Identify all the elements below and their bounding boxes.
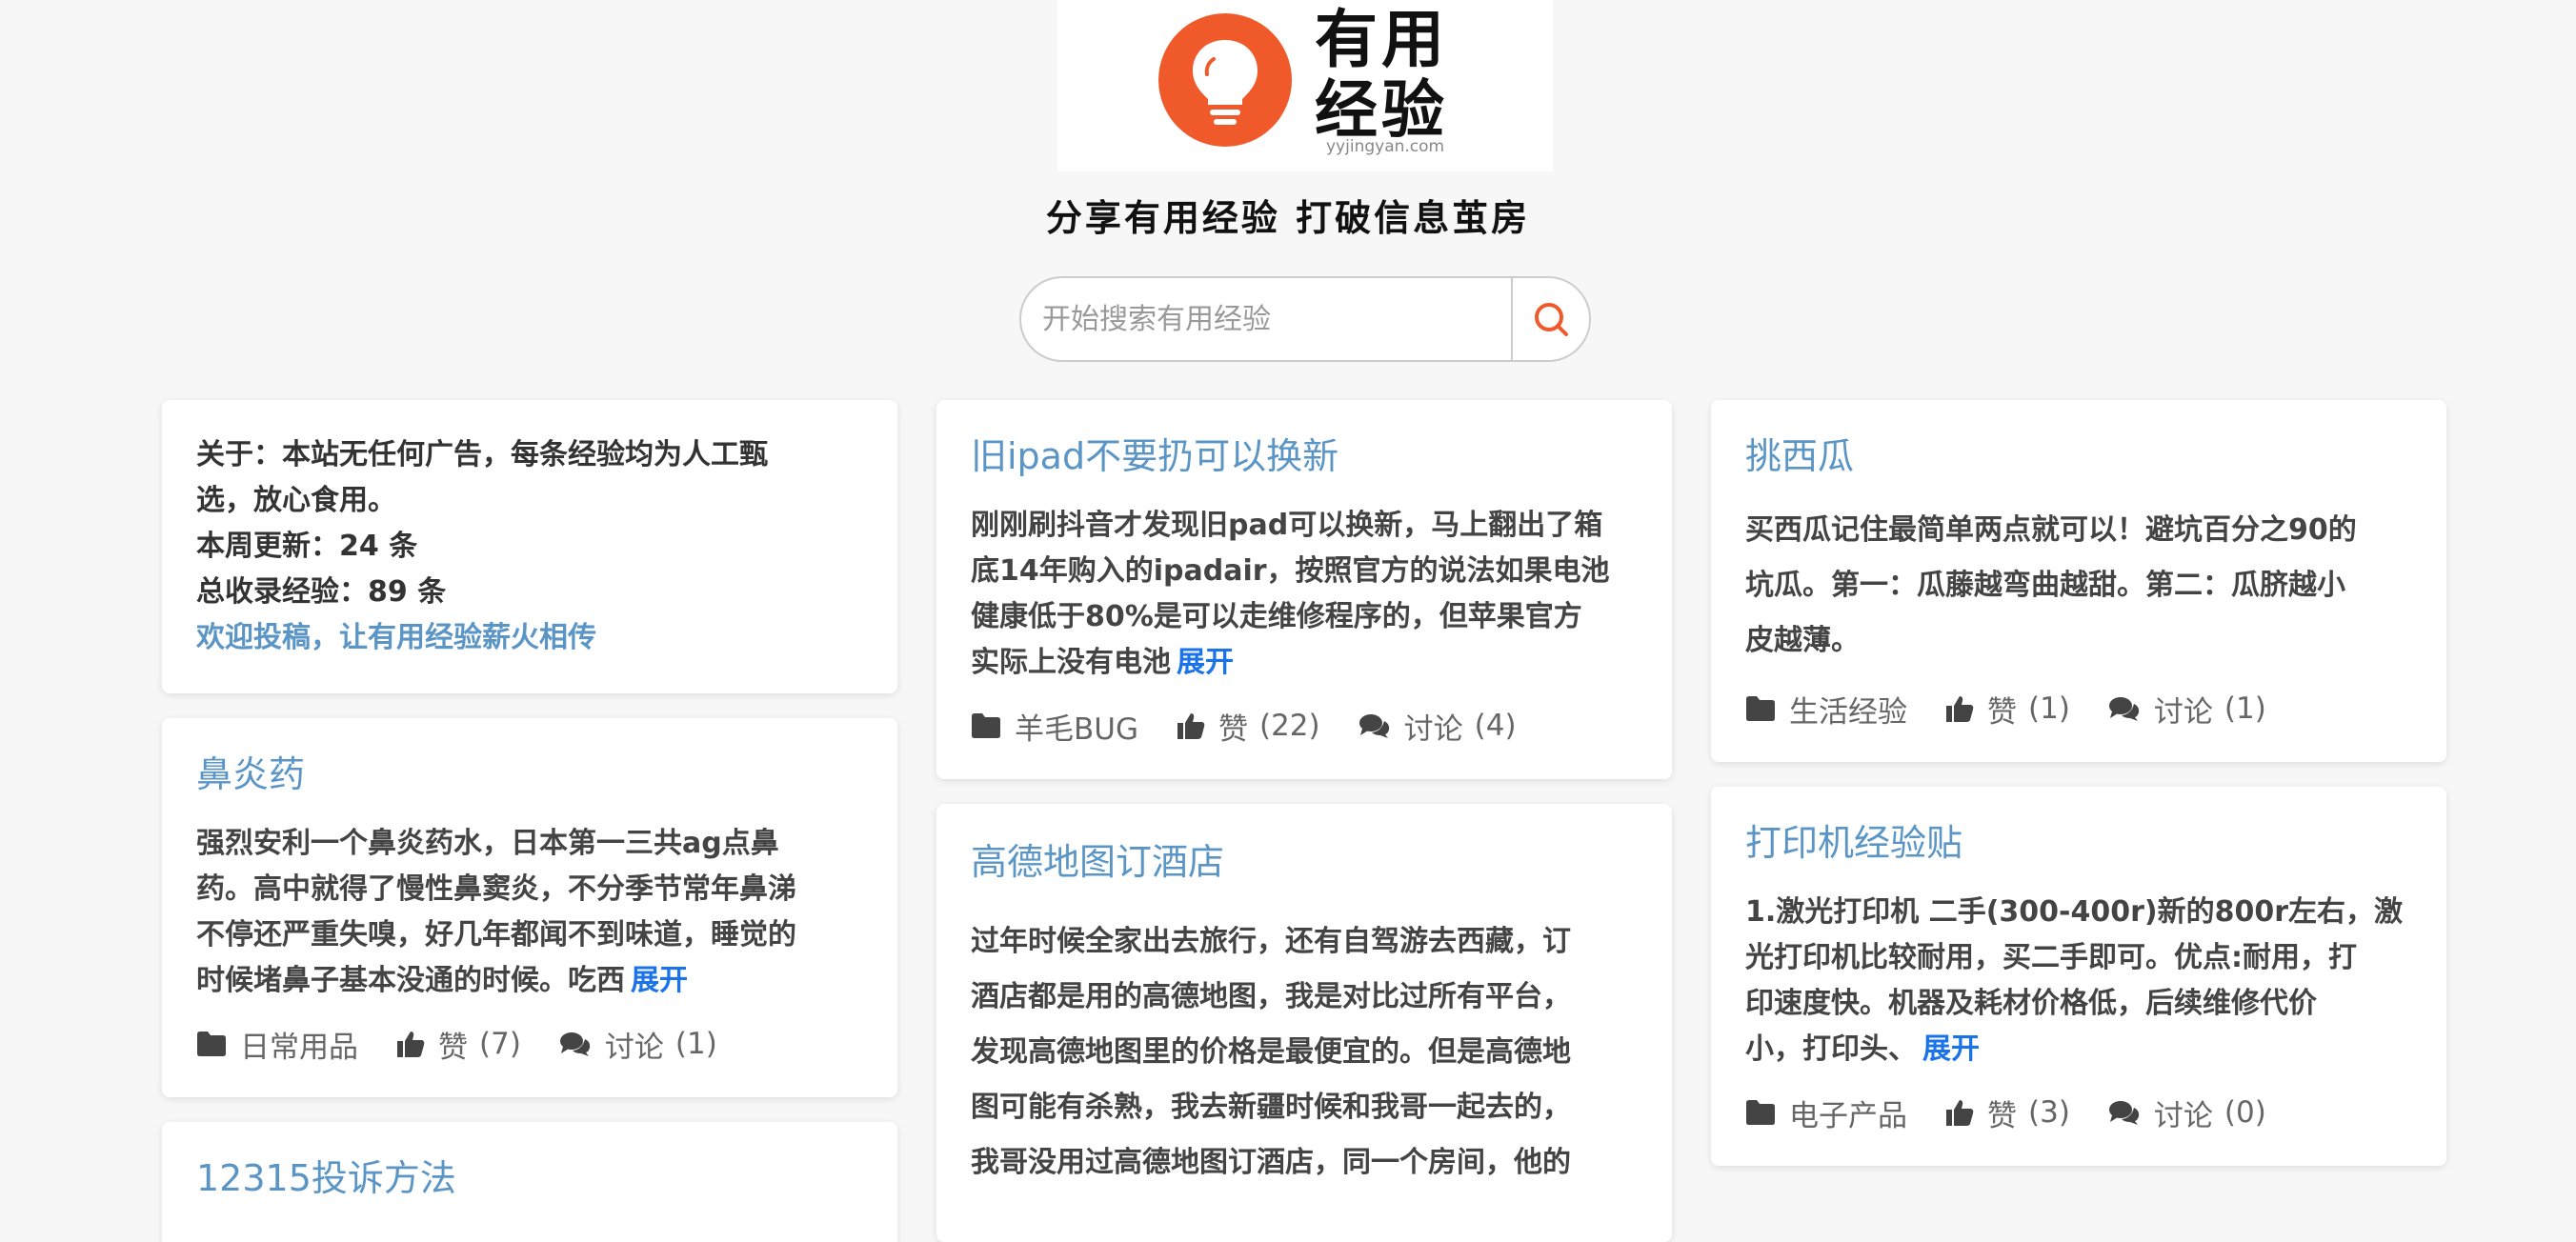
about-text-line1: 关于：本站无任何广告，每条经验均为人工甄 — [196, 438, 768, 471]
folder-icon — [1746, 696, 1775, 721]
expand-link[interactable]: 展开 — [1922, 1032, 1980, 1066]
search-button[interactable] — [1511, 278, 1589, 360]
like-button[interactable]: 赞 (1) — [1945, 688, 2070, 731]
column-left: 关于：本站无任何广告，每条经验均为人工甄 选，放心食用。 本周更新：24 条 总… — [162, 400, 897, 1242]
comments-icon — [1358, 714, 1389, 738]
comments-icon — [2108, 1101, 2140, 1125]
expand-link[interactable]: 展开 — [1177, 646, 1234, 679]
total-count: 总收录经验：89 条 — [196, 575, 447, 609]
thumbs-up-icon — [1946, 1100, 1974, 1126]
comment-button[interactable]: 讨论 (0) — [2108, 1092, 2266, 1134]
lightbulb-logo-icon — [1158, 13, 1292, 147]
logo-domain: yyjingyan.com — [1326, 137, 1445, 156]
column-middle: 旧ipad不要扔可以换新 刚刚刷抖音才发现旧pad可以换新，马上翻出了箱 底14… — [936, 400, 1672, 1242]
like-button[interactable]: 赞 (7) — [396, 1023, 521, 1066]
folder-icon — [1746, 1100, 1775, 1125]
like-button[interactable]: 赞 (3) — [1945, 1092, 2070, 1134]
card-body: 刚刚刷抖音才发现旧pad可以换新，马上翻出了箱 底14年购入的ipadair，按… — [971, 509, 1610, 679]
experience-card: 鼻炎药 强烈安利一个鼻炎药水，日本第一三共ag点鼻 药。高中就得了慢性鼻窦炎，不… — [162, 718, 897, 1097]
site-slogan: 分享有用经验 打破信息茧房 — [1045, 196, 1531, 239]
column-right: 挑西瓜 买西瓜记住最简单两点就可以！避坑百分之90的 坑瓜。第一：瓜藤越弯曲越甜… — [1711, 400, 2446, 1191]
weekly-update-count: 本周更新：24 条 — [196, 530, 418, 563]
folder-icon — [197, 1032, 226, 1056]
card-title[interactable]: 高德地图订酒店 — [971, 838, 1638, 886]
experience-card: 挑西瓜 买西瓜记住最简单两点就可以！避坑百分之90的 坑瓜。第一：瓜藤越弯曲越甜… — [1711, 400, 2446, 762]
comment-button[interactable]: 讨论 (1) — [559, 1023, 717, 1066]
category-link[interactable]: 生活经验 — [1745, 688, 1907, 731]
card-title[interactable]: 旧ipad不要扔可以换新 — [971, 432, 1638, 480]
category-link[interactable]: 电子产品 — [1745, 1092, 1907, 1134]
search-icon — [1535, 303, 1568, 336]
expand-link[interactable]: 展开 — [631, 964, 688, 997]
comment-button[interactable]: 讨论 (1) — [2108, 688, 2266, 731]
card-meta: 日常用品 赞 (7) 讨论 (1) — [196, 1023, 863, 1065]
search-bar — [1019, 276, 1591, 362]
category-link[interactable]: 日常用品 — [196, 1023, 358, 1066]
category-link[interactable]: 羊毛BUG — [971, 705, 1138, 748]
experience-card: 高德地图订酒店 过年时候全家出去旅行，还有自驾游去西藏，订 酒店都是用的高德地图… — [936, 804, 1672, 1242]
search-input[interactable] — [1021, 278, 1513, 360]
thumbs-up-icon — [397, 1032, 425, 1057]
comments-icon — [2108, 697, 2140, 721]
like-button[interactable]: 赞 (22) — [1177, 705, 1320, 748]
site-logo[interactable]: 有用 经验 yyjingyan.com — [1057, 0, 1553, 171]
logo-text: 有用 经验 — [1315, 2, 1448, 147]
card-body: 买西瓜记住最简单两点就可以！避坑百分之90的 坑瓜。第一：瓜藤越弯曲越甜。第二：… — [1745, 513, 2357, 657]
thumbs-up-icon — [1946, 696, 1974, 722]
thumbs-up-icon — [1177, 713, 1205, 739]
submit-link[interactable]: 欢迎投稿，让有用经验薪火相传 — [196, 615, 863, 661]
card-body: 过年时候全家出去旅行，还有自驾游去西藏，订 酒店都是用的高德地图，我是对比过所有… — [971, 925, 1571, 1179]
experience-card: 打印机经验贴 1.激光打印机 二手(300-400r)新的800r左右，激 光打… — [1711, 787, 2446, 1166]
comments-icon — [559, 1032, 591, 1056]
card-title[interactable]: 打印机经验贴 — [1745, 819, 2412, 867]
card-title[interactable]: 鼻炎药 — [196, 751, 863, 798]
experience-card: 12315投诉方法 — [162, 1122, 897, 1242]
card-meta: 电子产品 赞 (3) 讨论 (0) — [1745, 1092, 2412, 1133]
folder-icon — [972, 713, 1000, 738]
card-meta: 羊毛BUG 赞 (22) 讨论 (4) — [971, 705, 1638, 747]
card-body: 强烈安利一个鼻炎药水，日本第一三共ag点鼻 药。高中就得了慢性鼻窦炎，不分季节常… — [196, 827, 796, 997]
card-title[interactable]: 挑西瓜 — [1745, 432, 2412, 480]
card-body: 1.激光打印机 二手(300-400r)新的800r左右，激 光打印机比较耐用，… — [1745, 895, 2404, 1066]
card-meta: 生活经验 赞 (1) 讨论 (1) — [1745, 688, 2412, 730]
about-text-line2: 选，放心食用。 — [196, 484, 396, 517]
experience-card: 旧ipad不要扔可以换新 刚刚刷抖音才发现旧pad可以换新，马上翻出了箱 底14… — [936, 400, 1672, 779]
card-title[interactable]: 12315投诉方法 — [196, 1154, 863, 1202]
comment-button[interactable]: 讨论 (4) — [1358, 705, 1517, 748]
about-card: 关于：本站无任何广告，每条经验均为人工甄 选，放心食用。 本周更新：24 条 总… — [162, 400, 897, 693]
